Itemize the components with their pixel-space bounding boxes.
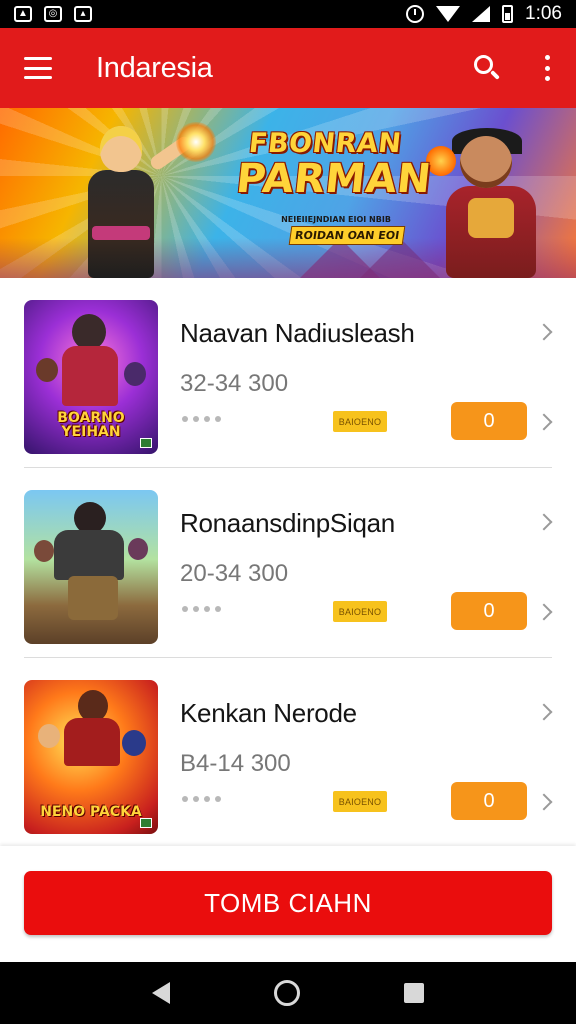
image-icon: ▲ — [14, 6, 32, 22]
home-icon[interactable] — [274, 980, 300, 1006]
item-thumbnail-text: NENO PACKA — [40, 804, 142, 821]
game-list: BOARNO YEIHAN Naavan Nadiusleash 32-34 3… — [0, 278, 576, 848]
banner-title: FBONRAN PARMAN — [234, 128, 434, 202]
banner-hero-left — [70, 122, 216, 278]
primary-cta-button[interactable]: TOMB CIAHN — [24, 871, 552, 935]
app-icon: ◎ — [44, 6, 62, 22]
system-nav-bar — [0, 962, 576, 1024]
status-right-icons: 1:06 — [406, 3, 562, 25]
banner-title-line1: FBONRAN — [247, 128, 404, 159]
promo-banner[interactable]: FBONRAN PARMAN NEIEIIEJNDIAN EIOI NBIB R… — [0, 108, 576, 278]
item-title: Kenkan Nerode — [180, 698, 357, 728]
alarm-icon — [406, 5, 425, 23]
item-dots — [182, 796, 221, 802]
item-badge: BAIOENO — [333, 411, 387, 432]
item-count-button[interactable]: 0 — [451, 782, 527, 820]
search-icon[interactable] — [472, 53, 502, 83]
item-price: 32-34 300 — [180, 370, 289, 397]
item-thumbnail: NENO PACKA — [24, 680, 158, 834]
signal-icon — [472, 6, 491, 22]
wifi-icon — [436, 6, 461, 22]
item-price: 20-34 300 — [180, 560, 289, 587]
chevron-right-icon[interactable] — [535, 793, 553, 811]
status-bar: ▲ ◎ ▴ 1:06 — [0, 0, 576, 28]
item-dots — [182, 416, 221, 422]
app-actions — [472, 53, 552, 83]
battery-icon — [502, 5, 514, 23]
more-vert-icon[interactable] — [542, 55, 552, 81]
menu-icon[interactable] — [24, 57, 52, 79]
item-dots — [182, 606, 221, 612]
item-title: Naavan Nadiusleash — [180, 318, 415, 348]
status-left-icons: ▲ ◎ ▴ — [14, 6, 92, 22]
item-count-button[interactable]: 0 — [451, 592, 527, 630]
status-time: 1:06 — [525, 3, 562, 24]
chevron-right-icon[interactable] — [535, 703, 553, 721]
app-bar: Indaresia — [0, 28, 576, 108]
item-thumbnail — [24, 490, 158, 644]
item-badge: BAIOENO — [333, 601, 387, 622]
item-badge: BAIOENO — [333, 791, 387, 812]
list-item[interactable]: BOARNO YEIHAN Naavan Nadiusleash 32-34 3… — [0, 278, 576, 468]
back-icon[interactable] — [152, 982, 170, 1004]
chevron-right-icon[interactable] — [535, 603, 553, 621]
chevron-right-icon[interactable] — [535, 513, 553, 531]
cta-container: TOMB CIAHN — [0, 846, 576, 962]
item-count-button[interactable]: 0 — [451, 402, 527, 440]
banner-title-line2: PARMAN — [234, 156, 434, 202]
item-thumbnail: BOARNO YEIHAN — [24, 300, 158, 454]
banner-hero-right — [426, 128, 560, 278]
recents-icon[interactable] — [404, 983, 424, 1003]
banner-subtitle: NEIEIIEJNDIAN EIOI NBIB — [281, 215, 391, 224]
chevron-right-icon[interactable] — [535, 323, 553, 341]
list-item[interactable]: RonaansdinpSiqan 20-34 300 BAIOENO 0 — [0, 468, 576, 658]
item-title: RonaansdinpSiqan — [180, 508, 395, 538]
app-title: Indaresia — [96, 51, 213, 84]
item-thumbnail-text: BOARNO YEIHAN — [57, 409, 125, 441]
list-item[interactable]: NENO PACKA Kenkan Nerode B4-14 300 BAIOE… — [0, 658, 576, 848]
chevron-right-icon[interactable] — [535, 413, 553, 431]
app-icon-2: ▴ — [74, 6, 92, 22]
item-price: B4-14 300 — [180, 750, 291, 777]
banner-tag: ROIDAN OAN EOI — [288, 226, 406, 245]
